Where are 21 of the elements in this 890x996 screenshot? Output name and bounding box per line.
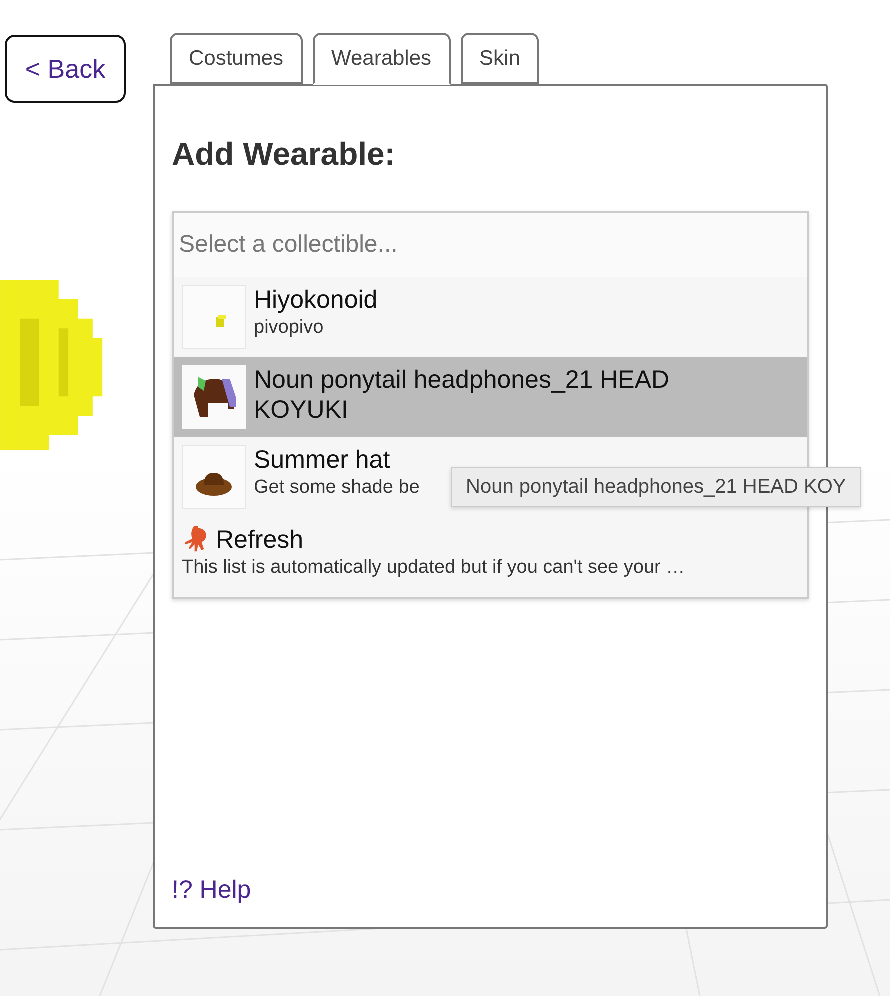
option-description: pivopivo (254, 316, 324, 340)
option-title: Noun ponytail headphones_21 HEAD KOYUKI (254, 365, 671, 425)
tab[interactable]: Wearables (312, 33, 451, 85)
search-field[interactable]: Select a collectible... (174, 213, 807, 277)
section-heading: Add Wearable: (172, 136, 396, 173)
tab[interactable]: Skin (460, 33, 540, 84)
tab[interactable]: Costumes (170, 33, 303, 84)
item-thumbnail (182, 445, 246, 509)
dropdown-option[interactable]: Noun ponytail headphones_21 HEAD KOYUKI (174, 357, 807, 437)
option-title: Summer hat (254, 445, 392, 475)
option-title: Refresh (216, 525, 304, 555)
option-title: Hiyokonoid (254, 285, 379, 315)
back-button[interactable]: < Back (5, 35, 126, 103)
dropdown-option[interactable]: Hiyokonoid pivopivo (174, 277, 807, 357)
option-description: Get some shade be (254, 476, 420, 500)
help-link[interactable]: !? Help (172, 876, 809, 905)
item-thumbnail (182, 285, 246, 349)
option-description: This list is automatically updated but if you can't see your … (182, 556, 686, 580)
dropdown-option[interactable]: Refresh This list is automatically updated but if you can't see your … (174, 517, 807, 597)
tooltip: Noun ponytail headphones_21 HEAD KOY (451, 467, 862, 507)
item-thumbnail (182, 365, 246, 429)
